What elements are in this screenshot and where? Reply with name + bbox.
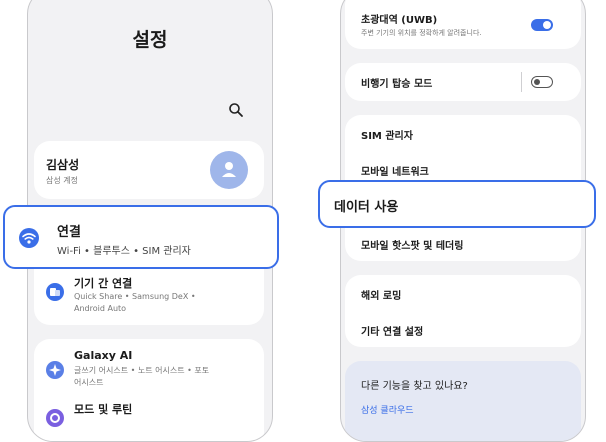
person-icon (222, 162, 236, 177)
page-title: 설정 (132, 29, 168, 51)
device-connect-icon (46, 283, 64, 301)
connections-label: 연결 (57, 225, 81, 240)
account-name: 김삼성 (46, 158, 80, 172)
suggestion-card: 다른 기능을 찾고 있나요? 삼성 클라우드 (345, 361, 581, 441)
sim-manager-item[interactable]: SIM 관리자 (361, 127, 413, 142)
connections-item[interactable]: 연결 Wi-Fi • 블루투스 • SIM 관리자 (3, 205, 279, 269)
more-connection-settings-item[interactable]: 기타 연결 설정 (361, 323, 423, 338)
connections-subtitle: Wi-Fi • 블루투스 • SIM 관리자 (57, 246, 191, 257)
galaxy-ai-label[interactable]: Galaxy AI (74, 349, 132, 362)
data-usage-item[interactable]: 데이터 사용 (318, 180, 596, 228)
samsung-cloud-link[interactable]: 삼성 클라우드 (361, 403, 414, 416)
uwb-label: 초광대역 (UWB) (361, 15, 438, 26)
wifi-icon (19, 228, 39, 248)
roaming-group: 해외 로밍 기타 연결 설정 (345, 275, 581, 347)
airplane-toggle[interactable] (531, 76, 553, 88)
galaxy-ai-icon (46, 361, 64, 379)
airplane-group: 비행기 탑승 모드 (345, 63, 581, 101)
account-subtitle: 삼성 계정 (46, 176, 78, 185)
uwb-subtitle: 주변 기기의 위치를 정확하게 알려줍니다. (361, 29, 482, 37)
suggestion-question: 다른 기능을 찾고 있나요? (361, 381, 468, 392)
modes-routines-label[interactable]: 모드 및 루틴 (74, 401, 132, 417)
hotspot-item[interactable]: 모바일 핫스팟 및 테더링 (361, 237, 463, 252)
device-connect-subtitle-2: Android Auto (74, 304, 127, 313)
roaming-item[interactable]: 해외 로밍 (361, 287, 401, 302)
uwb-toggle[interactable] (531, 19, 553, 31)
galaxy-ai-subtitle-2: 어시스트 (74, 378, 104, 387)
search-icon[interactable] (228, 102, 244, 118)
account-card[interactable]: 김삼성 삼성 계정 (34, 141, 264, 199)
airplane-divider (521, 72, 522, 92)
device-connect-label[interactable]: 기기 간 연결 (74, 275, 132, 291)
data-usage-label: 데이터 사용 (334, 200, 399, 215)
airplane-label[interactable]: 비행기 탑승 모드 (361, 75, 432, 90)
mobile-network-item[interactable]: 모바일 네트워크 (361, 163, 429, 178)
galaxy-ai-subtitle-1: 글쓰기 어시스트 • 노트 어시스트 • 포토 (74, 366, 210, 375)
avatar[interactable] (210, 151, 248, 189)
modes-routines-icon (46, 409, 64, 427)
uwb-group: 초광대역 (UWB) 주변 기기의 위치를 정확하게 알려줍니다. (345, 0, 581, 49)
device-connect-subtitle-1: Quick Share • Samsung DeX • (74, 292, 196, 301)
